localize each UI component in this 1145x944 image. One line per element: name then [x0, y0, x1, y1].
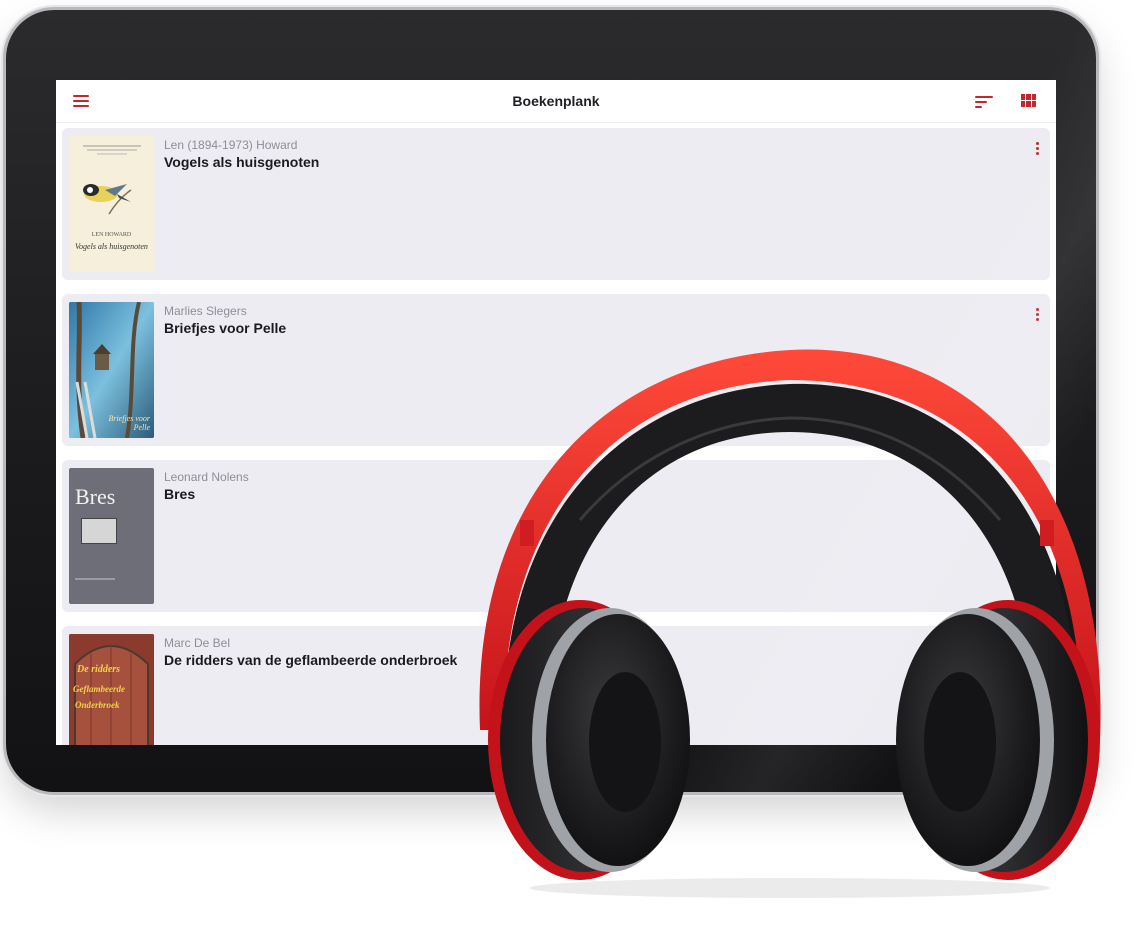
book-author: Marlies Slegers — [164, 304, 247, 318]
cover-title-line: Onderbroek — [75, 700, 120, 710]
app-bar: Boekenplank — [56, 80, 1056, 123]
book-title: De ridders van de geflambeerde onderbroe… — [164, 652, 458, 668]
more-vertical-icon[interactable] — [1034, 142, 1040, 158]
page-title: Boekenplank — [512, 93, 600, 109]
book-author: Len (1894-1973) Howard — [164, 138, 298, 152]
cover-title-line: Geflambeerde — [73, 684, 125, 694]
cover-rule — [75, 578, 115, 580]
book-title: Vogels als huisgenoten — [164, 154, 320, 170]
book-cover: De ridders Geflambeerde Onderbroek — [69, 634, 154, 745]
book-card[interactable]: LEN HOWARD Vogels als huisgenoten Len (1… — [62, 128, 1050, 280]
book-cover: Bres — [69, 468, 154, 604]
cover-title-text: Briefjes voor Pelle — [108, 414, 150, 432]
cover-author-text: LEN HOWARD — [91, 232, 132, 238]
grid-view-icon[interactable] — [1021, 94, 1036, 107]
more-vertical-icon[interactable] — [1034, 308, 1040, 324]
cover-title-line: De ridders — [77, 664, 121, 675]
book-cover: LEN HOWARD Vogels als huisgenoten — [69, 136, 154, 272]
book-title: Bres — [164, 486, 196, 502]
cover-title-text: Vogels als huisgenoten — [75, 242, 148, 251]
book-author: Marc De Bel — [164, 636, 231, 650]
bird-cover-illustration — [69, 136, 154, 272]
cover-photo — [81, 518, 117, 544]
book-title: Briefjes voor Pelle — [164, 320, 287, 336]
book-author: Leonard Nolens — [164, 470, 249, 484]
sort-icon[interactable] — [975, 93, 993, 109]
cover-title-text: Bres — [75, 484, 116, 509]
headphones-illustration — [479, 349, 1101, 898]
book-cover: Briefjes voor Pelle — [69, 302, 154, 438]
